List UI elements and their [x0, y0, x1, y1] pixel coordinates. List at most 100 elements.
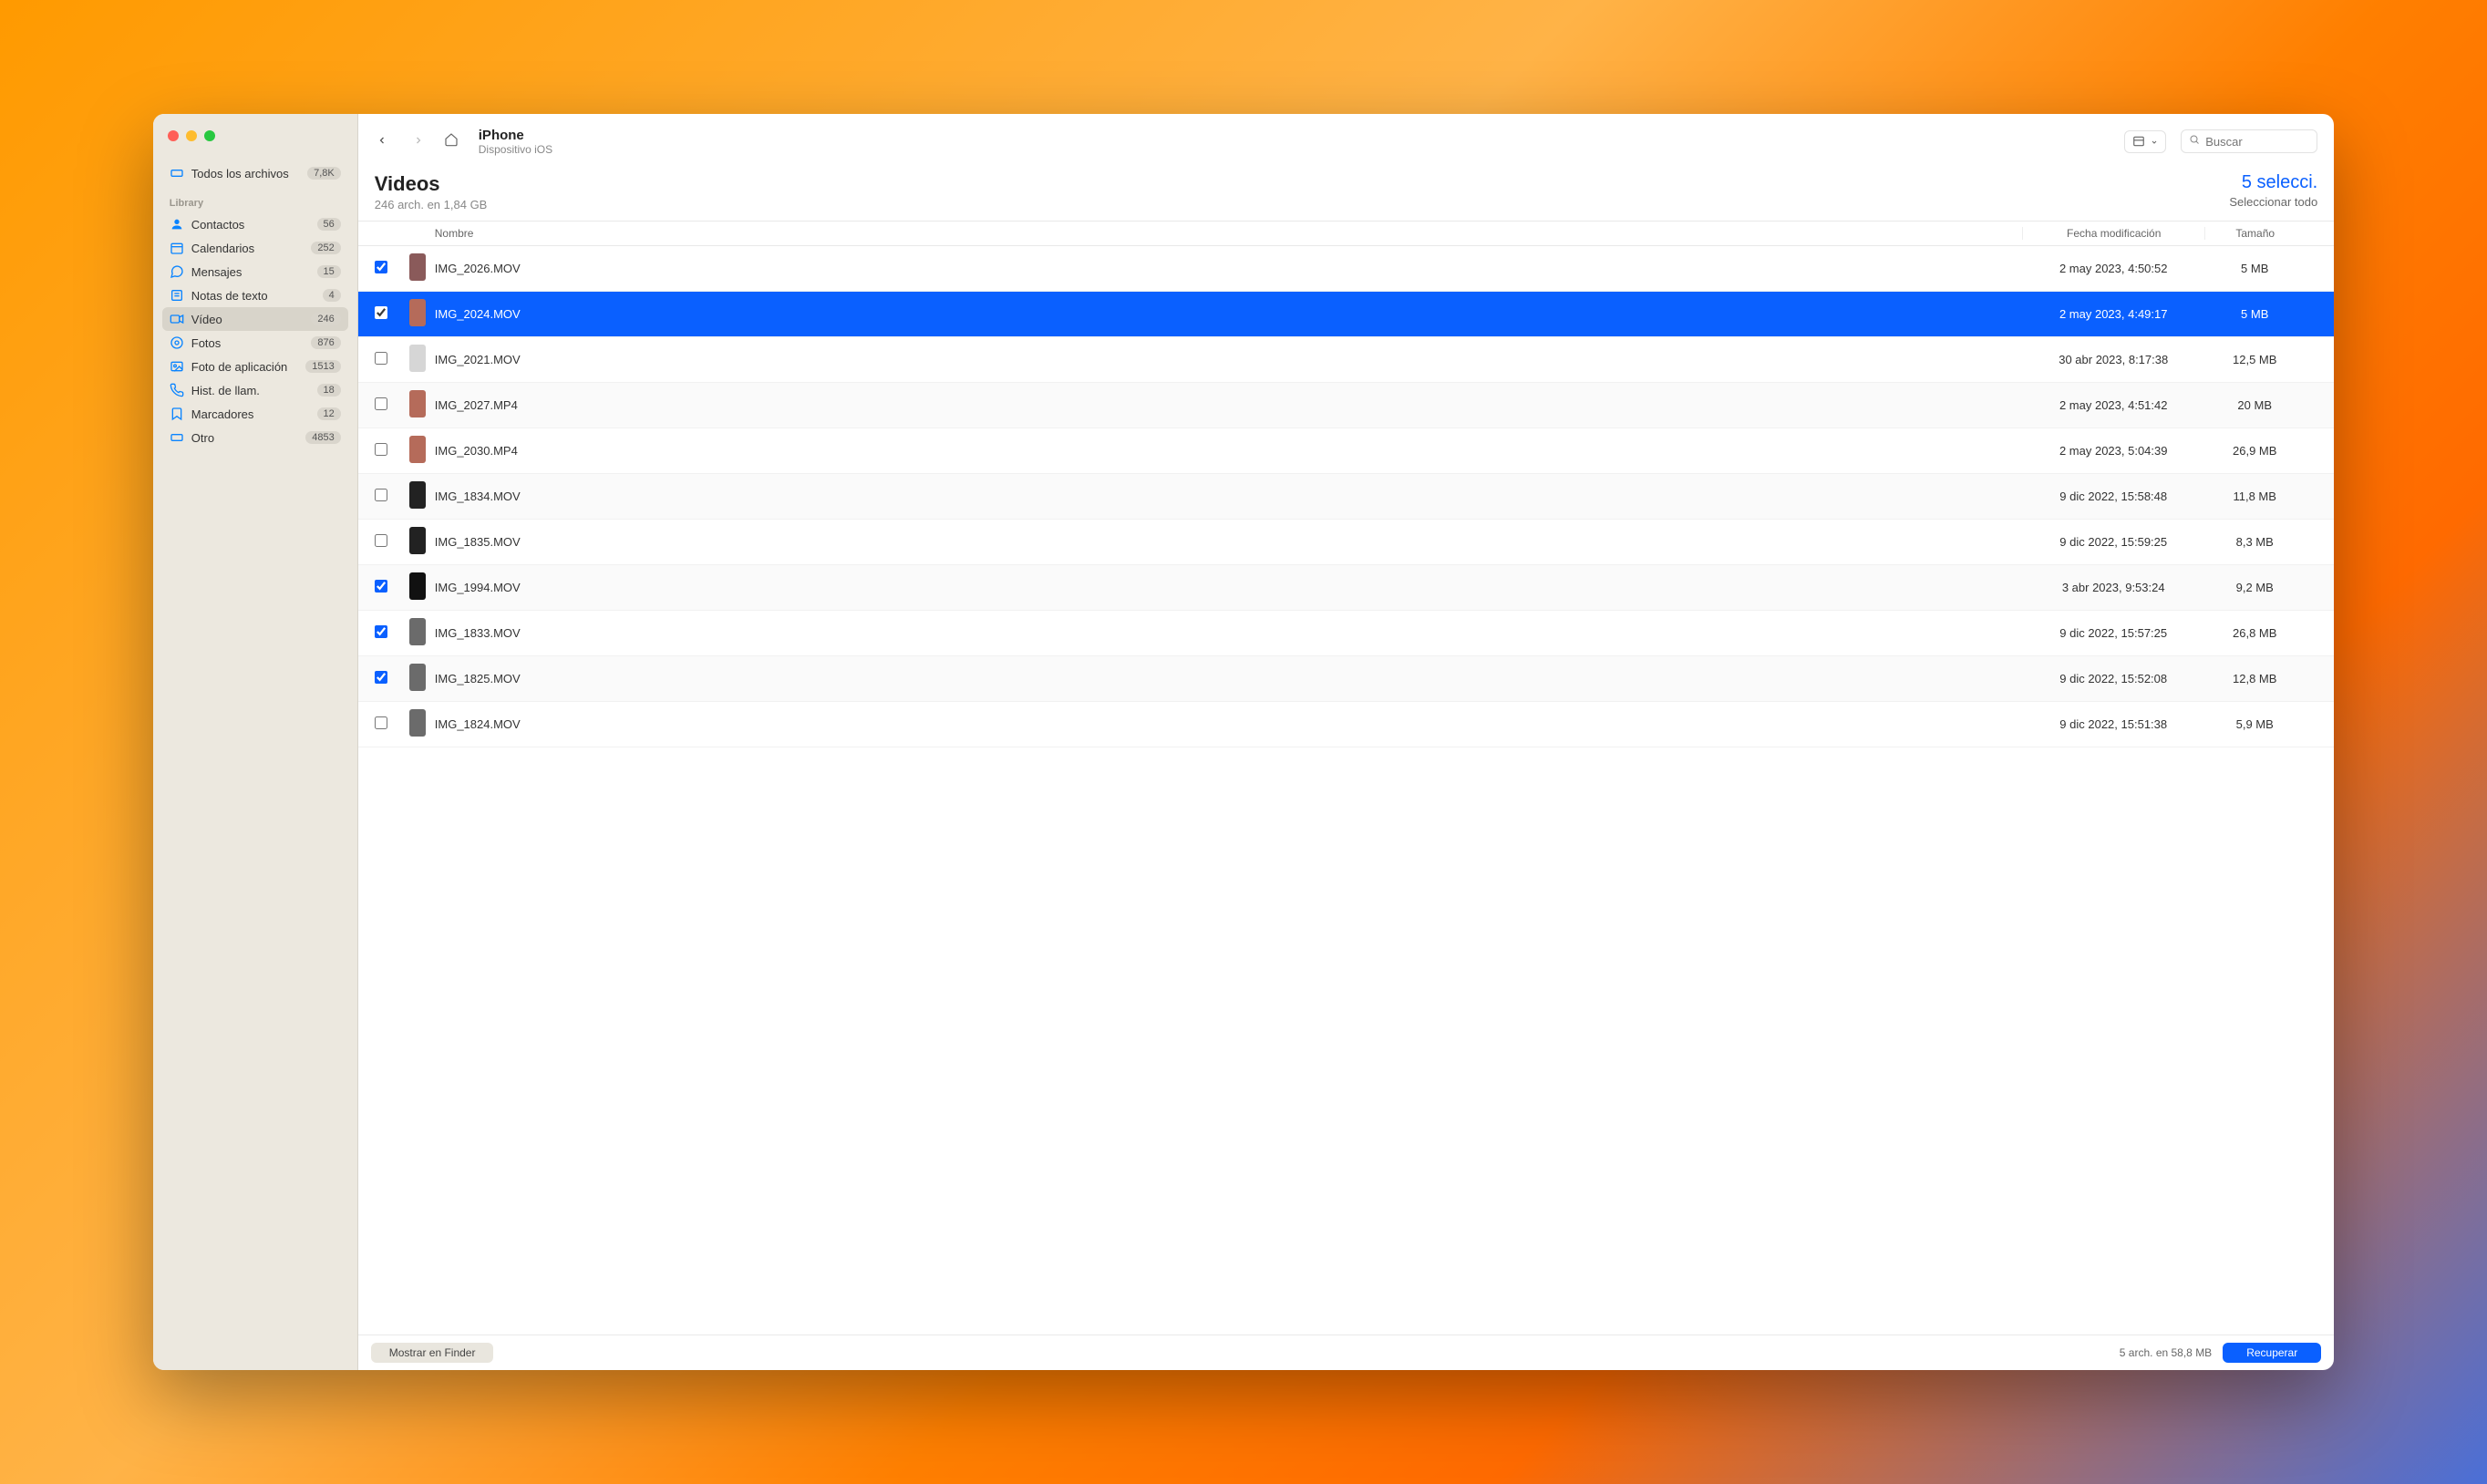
close-window-button[interactable] — [168, 130, 179, 141]
file-date: 9 dic 2022, 15:52:08 — [2022, 672, 2204, 685]
file-date: 2 may 2023, 4:51:42 — [2022, 398, 2204, 412]
row-checkbox[interactable] — [375, 397, 387, 410]
search-icon — [2189, 133, 2200, 149]
row-checkbox[interactable] — [375, 352, 387, 365]
table-row[interactable]: IMG_2021.MOV30 abr 2023, 8:17:3812,5 MB — [358, 337, 2334, 383]
sidebar-item-badge: 246 — [311, 313, 340, 325]
file-name: IMG_1825.MOV — [433, 672, 2022, 685]
sidebar-item-all-files[interactable]: Todos los archivos 7,8K — [162, 161, 348, 185]
calendar-icon — [170, 241, 184, 255]
file-size: 12,8 MB — [2204, 672, 2305, 685]
page-subtitle: 246 arch. en 1,84 GB — [375, 198, 488, 211]
traffic-lights — [162, 130, 348, 141]
minimize-window-button[interactable] — [186, 130, 197, 141]
sidebar-item-calendarios[interactable]: Calendarios252 — [162, 236, 348, 260]
file-size: 5,9 MB — [2204, 717, 2305, 731]
table-row[interactable]: IMG_2024.MOV2 may 2023, 4:49:175 MB — [358, 292, 2334, 337]
file-size: 11,8 MB — [2204, 490, 2305, 503]
search-input[interactable] — [2205, 135, 2309, 149]
sidebar-item-badge: 876 — [311, 336, 340, 349]
sidebar-item-label: Contactos — [191, 218, 310, 232]
column-header-name[interactable]: Nombre — [433, 227, 2022, 240]
select-all-button[interactable]: Seleccionar todo — [2229, 195, 2317, 209]
chevron-down-icon — [2151, 135, 2158, 149]
row-checkbox[interactable] — [375, 306, 387, 319]
sidebar-item-label: Marcadores — [191, 407, 310, 421]
row-checkbox[interactable] — [375, 443, 387, 456]
table-row[interactable]: IMG_1824.MOV9 dic 2022, 15:51:385,9 MB — [358, 702, 2334, 747]
photo-icon — [170, 335, 184, 350]
phone-icon — [170, 383, 184, 397]
sidebar-item-mensajes[interactable]: Mensajes15 — [162, 260, 348, 283]
recover-button[interactable]: Recuperar — [2223, 1343, 2321, 1363]
show-in-finder-button[interactable]: Mostrar en Finder — [371, 1343, 494, 1363]
sidebar-item-label: Vídeo — [191, 313, 304, 326]
file-date: 9 dic 2022, 15:57:25 — [2022, 626, 2204, 640]
app-window: Todos los archivos 7,8K Library Contacto… — [153, 114, 2334, 1369]
table-header: Nombre Fecha modificación Tamaño — [358, 222, 2334, 246]
file-name: IMG_1835.MOV — [433, 535, 2022, 549]
file-date: 3 abr 2023, 9:53:24 — [2022, 581, 2204, 594]
drive-icon — [170, 166, 184, 180]
sidebar-item-badge: 7,8K — [307, 167, 341, 180]
file-size: 8,3 MB — [2204, 535, 2305, 549]
table-row[interactable]: IMG_2027.MP42 may 2023, 4:51:4220 MB — [358, 383, 2334, 428]
row-checkbox[interactable] — [375, 489, 387, 501]
thumbnail-icon — [409, 527, 426, 554]
sidebar-item-notas-de-texto[interactable]: Notas de texto4 — [162, 283, 348, 307]
row-checkbox[interactable] — [375, 716, 387, 729]
contact-icon — [170, 217, 184, 232]
sidebar-item-hist-de-llam-[interactable]: Hist. de llam.18 — [162, 378, 348, 402]
file-size: 20 MB — [2204, 398, 2305, 412]
other-icon — [170, 430, 184, 445]
sidebar-item-label: Fotos — [191, 336, 304, 350]
thumbnail-icon — [409, 618, 426, 645]
sidebar-item-contactos[interactable]: Contactos56 — [162, 212, 348, 236]
table-row[interactable]: IMG_1994.MOV3 abr 2023, 9:53:249,2 MB — [358, 565, 2334, 611]
file-size: 5 MB — [2204, 262, 2305, 275]
view-mode-toggle[interactable] — [2124, 130, 2166, 153]
sidebar-item-otro[interactable]: Otro4853 — [162, 426, 348, 449]
search-field[interactable] — [2181, 129, 2317, 153]
file-size: 26,9 MB — [2204, 444, 2305, 458]
file-name: IMG_2021.MOV — [433, 353, 2022, 366]
thumbnail-icon — [409, 572, 426, 600]
sidebar-item-badge: 1513 — [305, 360, 340, 373]
selection-count: 5 selecci. — [2229, 172, 2317, 193]
sidebar-item-fotos[interactable]: Fotos 876 — [162, 331, 348, 355]
file-name: IMG_1834.MOV — [433, 490, 2022, 503]
file-date: 2 may 2023, 4:49:17 — [2022, 307, 2204, 321]
zoom-window-button[interactable] — [204, 130, 215, 141]
file-list[interactable]: IMG_2026.MOV2 may 2023, 4:50:525 MBIMG_2… — [358, 246, 2334, 1334]
video-icon — [170, 312, 184, 326]
column-header-size[interactable]: Tamaño — [2204, 227, 2305, 240]
table-row[interactable]: IMG_2026.MOV2 may 2023, 4:50:525 MB — [358, 246, 2334, 292]
table-row[interactable]: IMG_1835.MOV9 dic 2022, 15:59:258,3 MB — [358, 520, 2334, 565]
nav-back-button[interactable] — [371, 130, 393, 153]
table-row[interactable]: IMG_1833.MOV9 dic 2022, 15:57:2526,8 MB — [358, 611, 2334, 656]
row-checkbox[interactable] — [375, 671, 387, 684]
file-date: 30 abr 2023, 8:17:38 — [2022, 353, 2204, 366]
sidebar-item-marcadores[interactable]: Marcadores12 — [162, 402, 348, 426]
file-name: IMG_2027.MP4 — [433, 398, 2022, 412]
thumbnail-icon — [409, 709, 426, 737]
sidebar-section-label: Library — [162, 185, 348, 212]
file-name: IMG_2026.MOV — [433, 262, 2022, 275]
bookmark-icon — [170, 407, 184, 421]
table-row[interactable]: IMG_2030.MP42 may 2023, 5:04:3926,9 MB — [358, 428, 2334, 474]
sidebar-item-foto-de-aplicaci-n[interactable]: Foto de aplicación1513 — [162, 355, 348, 378]
table-row[interactable]: IMG_1825.MOV9 dic 2022, 15:52:0812,8 MB — [358, 656, 2334, 702]
row-checkbox[interactable] — [375, 261, 387, 273]
table-row[interactable]: IMG_1834.MOV9 dic 2022, 15:58:4811,8 MB — [358, 474, 2334, 520]
message-icon — [170, 264, 184, 279]
home-icon[interactable] — [444, 132, 459, 151]
row-checkbox[interactable] — [375, 580, 387, 593]
sidebar-item-label: Calendarios — [191, 242, 304, 255]
column-header-date[interactable]: Fecha modificación — [2022, 227, 2204, 240]
footer: Mostrar en Finder 5 arch. en 58,8 MB Rec… — [358, 1335, 2334, 1370]
nav-forward-button[interactable] — [408, 130, 429, 153]
row-checkbox[interactable] — [375, 534, 387, 547]
row-checkbox[interactable] — [375, 625, 387, 638]
sidebar-item-v-deo[interactable]: Vídeo 246 — [162, 307, 348, 331]
breadcrumb: iPhone Dispositivo iOS — [479, 128, 552, 156]
